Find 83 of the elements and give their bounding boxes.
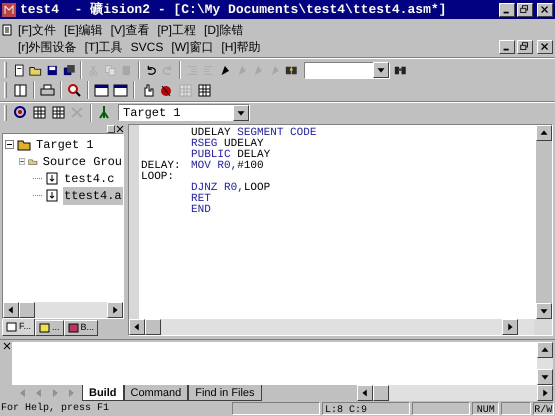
menu-item[interactable]: [P]工程	[153, 20, 200, 38]
binoculars-icon[interactable]	[394, 64, 406, 76]
grid-icon[interactable]	[51, 105, 66, 120]
code-token: MOV R0,	[191, 161, 238, 172]
floppy-disks-icon[interactable]	[62, 62, 76, 78]
panel-toggle-icon[interactable]	[107, 124, 115, 133]
code-token: END	[191, 205, 211, 216]
file-icon	[45, 172, 59, 186]
scroll-left-icon[interactable]	[3, 302, 19, 318]
menu-item[interactable]: [D]除错	[200, 20, 248, 38]
code-label: DELAY:	[141, 160, 181, 172]
scroll-left-icon[interactable]	[129, 318, 145, 335]
output-tab[interactable]: Command	[124, 384, 188, 401]
restore-icon[interactable]	[517, 2, 533, 16]
collapse-icon[interactable]	[5, 140, 14, 150]
menu-item[interactable]: [r]外围设备	[14, 38, 81, 56]
code-label: LOOP:	[141, 171, 174, 184]
target-folder-icon	[17, 138, 31, 152]
printer-icon[interactable]	[40, 82, 55, 98]
menu-item[interactable]: [W]窗口	[167, 38, 218, 56]
output-tab[interactable]: Build	[82, 384, 124, 401]
window-icon[interactable]	[94, 82, 109, 98]
file-icon	[45, 189, 59, 202]
code-token: RSEG	[191, 139, 218, 150]
status-mode: R/W	[532, 402, 554, 415]
book-icon	[68, 322, 79, 333]
scrollbar-thumb[interactable]	[373, 384, 389, 401]
window-title: test4 - 礦ision2 - [C:\My Documents\test4\ttest4.asm*]	[20, 0, 448, 19]
output-tab[interactable]: Find in Files	[188, 384, 262, 401]
target-combo[interactable]: Target 1	[118, 104, 250, 122]
code-token: UDELAY	[191, 128, 231, 140]
code-editor[interactable]: UDELAY SEGMENT CODE RSEG UDELAY PUBLIC DELAY DELAY: MOV R0,#100 LOOP: DJNZ R0,LOOP RET END	[139, 125, 536, 319]
status-num: NUM	[472, 402, 500, 415]
code-token: LOOP	[244, 183, 270, 194]
code-token: RET	[191, 194, 211, 206]
status-position: L:8 C:9	[322, 402, 410, 415]
close-icon[interactable]	[3, 342, 11, 350]
find-combo[interactable]	[304, 62, 390, 78]
menu-item[interactable]: SVCS	[126, 38, 168, 56]
grid-icon[interactable]	[32, 105, 47, 120]
tree-item[interactable]: test4.c	[63, 170, 116, 188]
menu-item[interactable]: [F]文件	[14, 20, 60, 38]
code-token: PUBLIC	[191, 150, 231, 162]
books-icon	[39, 322, 50, 333]
scroll-down-icon[interactable]	[537, 368, 553, 385]
new-file-icon[interactable]	[12, 62, 26, 78]
minimize-icon[interactable]	[499, 2, 515, 16]
scroll-right-icon[interactable]	[537, 384, 553, 401]
status-pane	[501, 402, 531, 415]
status-pane	[412, 402, 470, 415]
menu-item[interactable]: [T]工具	[80, 38, 127, 56]
menu-item[interactable]: [E]编辑	[60, 20, 107, 38]
panel-tab[interactable]: ...	[35, 320, 64, 336]
minimize-icon[interactable]	[499, 40, 515, 54]
panel-tab[interactable]: F...	[2, 318, 36, 336]
scrollbar-thumb[interactable]	[19, 302, 35, 318]
scrollbar-thumb[interactable]	[145, 318, 161, 335]
status-help-text: For Help, press F1	[1, 402, 110, 416]
scroll-left-icon[interactable]	[357, 384, 373, 401]
collapse-icon[interactable]	[19, 157, 26, 166]
tree-item[interactable]: Target 1	[35, 136, 95, 154]
menu-item[interactable]: [V]查看	[106, 20, 154, 38]
grid-icon[interactable]	[197, 82, 212, 98]
menu-item[interactable]: [H]帮助	[217, 38, 265, 56]
scroll-right-icon[interactable]	[107, 302, 123, 318]
code-token: #100	[237, 161, 264, 172]
code-token: SEGMENT CODE	[237, 128, 316, 140]
magnifier-icon[interactable]	[67, 82, 82, 98]
scroll-right-icon[interactable]	[502, 318, 518, 335]
code-token: DELAY	[237, 150, 270, 162]
window-icon[interactable]	[113, 82, 128, 98]
code-token: DJNZ R0,	[191, 183, 244, 194]
close-icon[interactable]	[116, 124, 124, 133]
scrollbar-thumb[interactable]	[536, 141, 552, 303]
tree-item[interactable]: ttest4.a	[63, 186, 123, 205]
code-token: UDELAY	[224, 139, 264, 150]
scroll-down-icon[interactable]	[536, 302, 552, 319]
scroll-up-icon[interactable]	[537, 342, 553, 358]
tree-item[interactable]: Source Grou	[42, 152, 123, 171]
panel-tab[interactable]: B...	[64, 320, 98, 336]
restore-icon[interactable]	[517, 40, 533, 54]
scroll-up-icon[interactable]	[536, 125, 552, 142]
app-icon	[2, 2, 16, 16]
